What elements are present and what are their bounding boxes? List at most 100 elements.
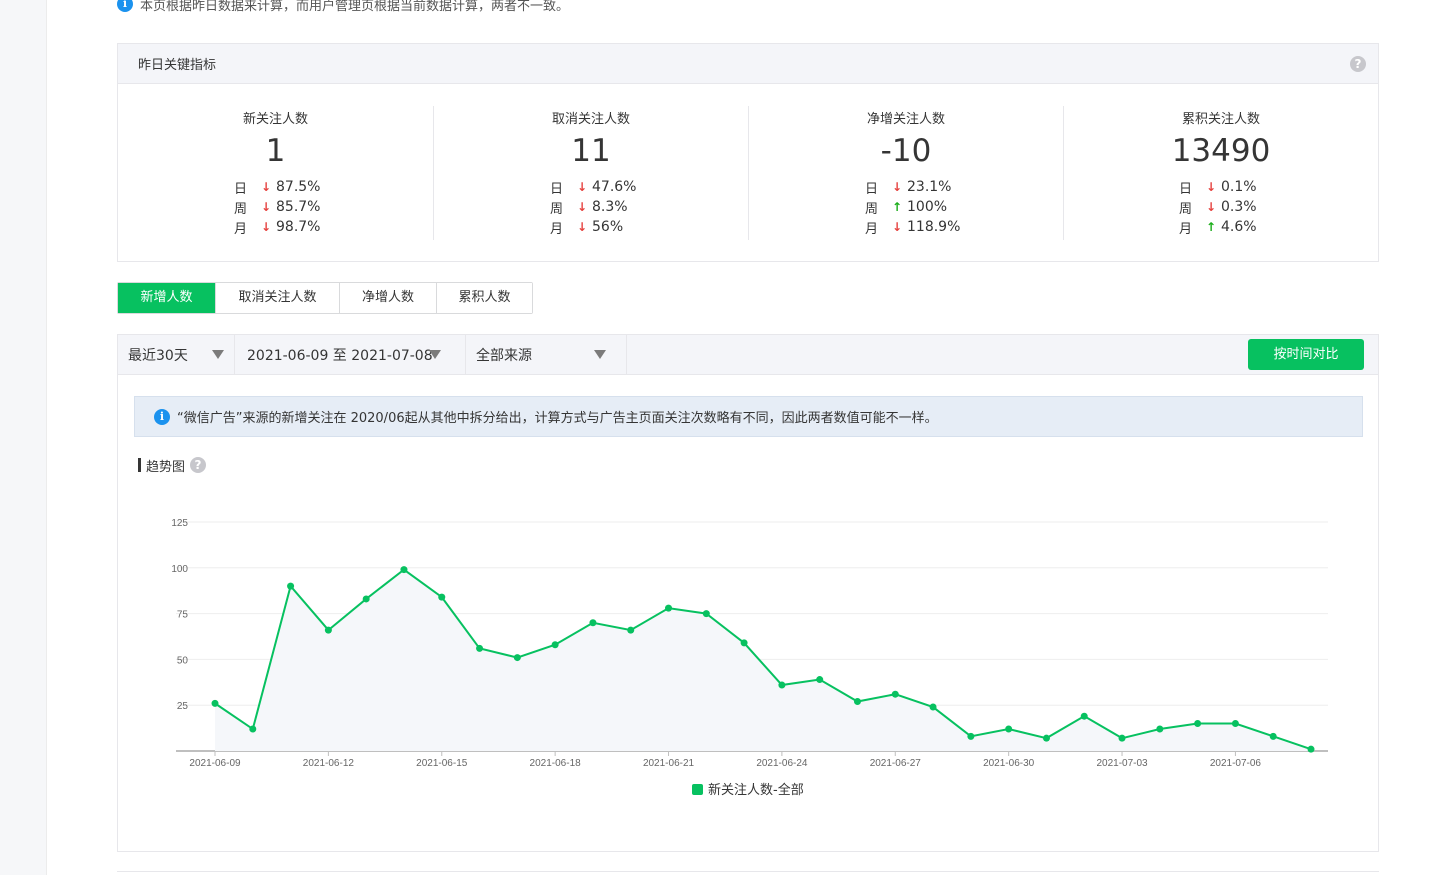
trend-period: 周 (865, 201, 879, 217)
kpi-card: 净增关注人数 -10 日 ↓ 23.1% 周 ↑ 100% 月 ↓ 118.9% (748, 106, 1063, 240)
trend-row: 月 ↓ 98.7% (234, 217, 433, 237)
trend-period: 日 (550, 181, 564, 197)
tab-2[interactable]: 取消关注人数 (215, 283, 339, 313)
trend-row: 日 ↓ 47.6% (550, 177, 748, 197)
data-point (287, 582, 295, 590)
trend-percent: 47.6% (592, 179, 637, 195)
kpi-card: 新关注人数 1 日 ↓ 87.5% 周 ↓ 85.7% 月 ↓ 98.7% (118, 106, 433, 240)
trend-period: 周 (234, 201, 248, 217)
trend-percent: 23.1% (907, 179, 952, 195)
x-tick-label: 2021-06-15 (416, 758, 468, 769)
trend-period: 周 (550, 201, 564, 217)
kpi-card: 取消关注人数 11 日 ↓ 47.6% 周 ↓ 8.3% 月 ↓ 56% (433, 106, 748, 240)
data-point (1080, 712, 1088, 720)
kpi-header: 昨日关键指标 ? (118, 44, 1378, 84)
trend-row: 周 ↓ 85.7% (234, 197, 433, 217)
tab-3[interactable]: 净增人数 (339, 283, 436, 313)
trend-panel: 最近30天 2021-06-09 至 2021-07-08 全部来源 按时间对比… (117, 334, 1379, 852)
arrow-down-icon: ↓ (576, 180, 588, 194)
x-tick-label: 2021-06-09 (189, 758, 241, 769)
data-point (362, 595, 370, 603)
data-point (891, 690, 899, 698)
x-tick-label: 2021-06-18 (530, 758, 582, 769)
data-point (476, 644, 484, 652)
trend-row: 月 ↓ 118.9% (865, 217, 1063, 237)
help-icon[interactable]: ? (1350, 55, 1366, 72)
trend-period: 月 (1179, 221, 1193, 237)
trend-row: 周 ↓ 8.3% (550, 197, 748, 217)
data-point (1269, 732, 1277, 740)
y-tick-label: 125 (171, 518, 188, 529)
trend-percent: 98.7% (276, 219, 321, 235)
trend-percent: 87.5% (276, 179, 321, 195)
data-point (627, 626, 635, 634)
x-tick-label: 2021-07-06 (1210, 758, 1262, 769)
trend-row: 日 ↓ 23.1% (865, 177, 1063, 197)
kpi-label: 新关注人数 (242, 112, 308, 127)
trend-row: 周 ↓ 0.3% (1179, 197, 1378, 217)
trend-period: 月 (865, 221, 879, 237)
data-point (400, 566, 408, 574)
data-point (853, 698, 861, 706)
trend-percent: 0.3% (1221, 199, 1257, 215)
trend-period: 日 (865, 181, 879, 197)
x-tick-label: 2021-07-03 (1096, 758, 1148, 769)
y-tick-label: 100 (171, 564, 188, 575)
arrow-up-icon: ↑ (1205, 220, 1217, 234)
data-point (589, 619, 597, 627)
kpi-trends: 日 ↓ 87.5% 周 ↓ 85.7% 月 ↓ 98.7% (118, 177, 433, 237)
tab-1[interactable]: 新增人数 (118, 283, 215, 313)
top-note: i 本页根据昨日数据来计算，而用户管理页根据当前数据计算，两者不一致。 (117, 0, 569, 14)
data-point (1042, 734, 1050, 742)
kpi-trends: 日 ↓ 0.1% 周 ↓ 0.3% 月 ↑ 4.6% (1064, 177, 1378, 237)
top-note-text: 本页根据昨日数据来计算，而用户管理页根据当前数据计算，两者不一致。 (140, 0, 570, 14)
kpi-trends: 日 ↓ 47.6% 周 ↓ 8.3% 月 ↓ 56% (434, 177, 748, 237)
legend-label: 新关注人数-全部 (708, 782, 804, 798)
data-point (702, 610, 710, 618)
data-point (1005, 725, 1013, 733)
kpi-value: 11 (571, 133, 611, 169)
arrow-down-icon: ↓ (260, 220, 272, 234)
kpi-label: 累积关注人数 (1181, 112, 1260, 127)
arrow-down-icon: ↓ (576, 200, 588, 214)
kpi-value: 13490 (1171, 133, 1271, 169)
trend-percent: 4.6% (1221, 219, 1257, 235)
data-point (551, 641, 559, 649)
trend-period: 月 (550, 221, 564, 237)
x-tick-label: 2021-06-30 (983, 758, 1035, 769)
data-point (1118, 734, 1126, 742)
trend-percent: 0.1% (1221, 179, 1257, 195)
trend-percent: 85.7% (276, 199, 321, 215)
data-point (249, 725, 257, 733)
data-point (778, 681, 786, 689)
kpi-trends: 日 ↓ 23.1% 周 ↑ 100% 月 ↓ 118.9% (749, 177, 1063, 237)
trend-period: 日 (234, 181, 248, 197)
kpi-label: 净增关注人数 (866, 112, 945, 127)
data-point (665, 604, 673, 612)
arrow-down-icon: ↓ (576, 220, 588, 234)
trend-period: 月 (234, 221, 248, 237)
arrow-down-icon: ↓ (891, 220, 903, 234)
data-point (1231, 720, 1239, 728)
kpi-value: -10 (880, 133, 932, 169)
kpi-row: 新关注人数 1 日 ↓ 87.5% 周 ↓ 85.7% 月 ↓ 98.7% 取消关注人数 11 日 ↓ 47.… (118, 84, 1378, 240)
trend-row: 月 ↓ 56% (550, 217, 748, 237)
arrow-down-icon: ↓ (891, 180, 903, 194)
tab-4[interactable]: 累积人数 (436, 283, 532, 313)
arrow-down-icon: ↓ (260, 200, 272, 214)
kpi-header-title: 昨日关键指标 (138, 58, 217, 73)
trend-row: 月 ↑ 4.6% (1179, 217, 1378, 237)
arrow-down-icon: ↓ (260, 180, 272, 194)
trend-chart: 25 50 75 100 125 2021-06-09 2021-06-12 2021-06-… (171, 518, 1328, 798)
data-point (816, 676, 824, 684)
x-tick-label: 2021-06-21 (643, 758, 695, 769)
x-tick-label: 2021-06-27 (870, 758, 922, 769)
arrow-down-icon: ↓ (1205, 180, 1217, 194)
info-icon: i (117, 0, 133, 12)
data-point (929, 703, 937, 711)
x-tick-label: 2021-06-24 (756, 758, 808, 769)
trend-row: 周 ↑ 100% (865, 197, 1063, 217)
y-tick-label: 25 (177, 701, 189, 712)
trend-row: 日 ↓ 87.5% (234, 177, 433, 197)
trend-percent: 56% (592, 219, 624, 235)
